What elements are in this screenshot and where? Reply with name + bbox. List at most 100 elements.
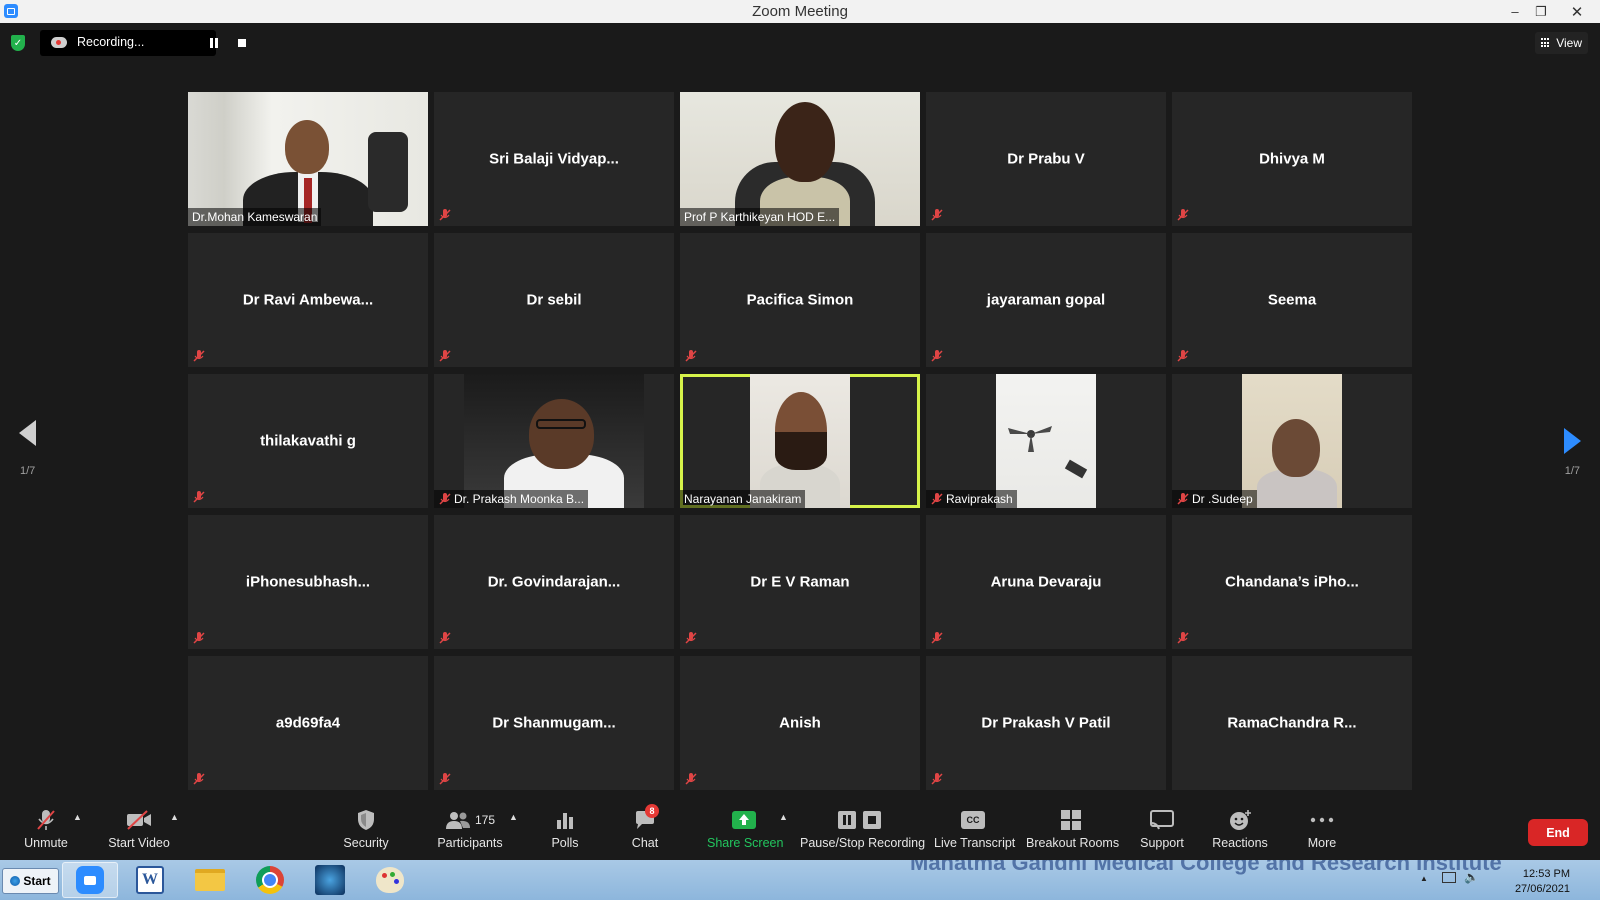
participant-tile[interactable]: Dhivya M — [1172, 92, 1412, 226]
share-screen-button[interactable]: Share Screen — [707, 806, 783, 850]
media-app-icon — [315, 865, 345, 895]
participant-tile[interactable]: RamaChandra R... — [1172, 656, 1412, 790]
gallery-grid: Dr.Mohan Kameswaran Sri Balaji Vidyap...… — [188, 92, 1412, 790]
participants-options-caret-icon[interactable]: ▲ — [509, 812, 518, 822]
folder-icon — [195, 869, 225, 891]
participant-tile[interactable]: Dr E V Raman — [680, 515, 920, 649]
recording-label: Recording... — [77, 35, 145, 49]
window-controls: – ❐ ✕ — [1502, 0, 1600, 23]
chat-unread-badge: 8 — [645, 804, 659, 818]
ceiling-fan-icon — [1008, 426, 1052, 452]
polls-button[interactable]: Polls — [549, 806, 581, 850]
encryption-shield-icon[interactable]: ✓ — [11, 35, 25, 51]
end-meeting-button[interactable]: End — [1528, 819, 1588, 846]
participant-name: Dr E V Raman — [750, 573, 850, 591]
reactions-button[interactable]: Reactions — [1212, 806, 1268, 850]
participant-name: iPhonesubhash... — [245, 573, 371, 591]
start-video-button[interactable]: Start Video — [106, 806, 172, 850]
participant-name: thilakavathi g — [260, 432, 356, 450]
participant-tile[interactable]: Dr Prakash V Patil — [926, 656, 1166, 790]
taskbar-word-app[interactable]: W — [122, 862, 178, 898]
tray-expand-icon[interactable]: ▲ — [1420, 874, 1428, 883]
taskbar-chrome-app[interactable] — [242, 862, 298, 898]
participant-tile-active-speaker[interactable]: Narayanan Janakiram — [680, 374, 920, 508]
participant-tile[interactable]: Dr sebil — [434, 233, 674, 367]
participant-tile[interactable]: Chandana’s iPho... — [1172, 515, 1412, 649]
system-clock[interactable]: 12:53 PM 27/06/2021 — [1515, 867, 1570, 897]
taskbar-paint-app[interactable] — [362, 862, 418, 898]
participant-tile[interactable]: Dr .Sudeep — [1172, 374, 1412, 508]
participants-button[interactable]: 175 Participants — [430, 806, 510, 850]
unmute-button[interactable]: Unmute — [22, 806, 70, 850]
system-tray: ▲ 🔈 12:53 PM 27/06/2021 — [1400, 860, 1600, 900]
chrome-browser-icon — [256, 866, 284, 894]
security-label: Security — [343, 836, 389, 850]
network-icon[interactable] — [1442, 872, 1456, 883]
participant-tile[interactable]: Dr Ravi Ambewa... — [188, 233, 428, 367]
security-button[interactable]: Security — [336, 806, 396, 850]
video-off-icon — [127, 810, 151, 830]
participant-tile[interactable]: Dr.Mohan Kameswaran — [188, 92, 428, 226]
video-options-caret-icon[interactable]: ▲ — [170, 812, 179, 822]
participant-tile[interactable]: a9d69fa4 — [188, 656, 428, 790]
participant-name: Prof P Karthikeyan HOD E... — [680, 208, 840, 226]
muted-mic-icon — [931, 209, 943, 221]
stop-recording-icon[interactable] — [238, 39, 246, 47]
participant-video — [188, 92, 428, 226]
participant-tile[interactable]: Dr Prabu V — [926, 92, 1166, 226]
support-button[interactable]: Support — [1138, 806, 1186, 850]
participant-tile[interactable]: jayaraman gopal — [926, 233, 1166, 367]
breakout-rooms-label: Breakout Rooms — [1026, 836, 1120, 850]
participant-name: Dr Shanmugam... — [492, 714, 616, 732]
taskbar-zoom-app[interactable] — [62, 862, 118, 898]
start-button[interactable]: Start — [2, 868, 59, 894]
participant-tile[interactable]: iPhonesubhash... — [188, 515, 428, 649]
clock-time: 12:53 PM — [1522, 868, 1570, 880]
pause-recording-icon[interactable] — [210, 38, 218, 48]
participant-tile[interactable]: thilakavathi g — [188, 374, 428, 508]
previous-page-arrow-icon[interactable] — [19, 420, 36, 446]
participant-tile[interactable]: Aruna Devaraju — [926, 515, 1166, 649]
participant-tile[interactable]: Prof P Karthikeyan HOD E... — [680, 92, 920, 226]
participant-tile[interactable]: Dr. Govindarajan... — [434, 515, 674, 649]
view-button[interactable]: View — [1535, 32, 1588, 54]
pause-stop-recording-label: Pause/Stop Recording — [800, 836, 926, 850]
muted-mic-icon — [931, 632, 943, 644]
restore-button[interactable]: ❐ — [1528, 0, 1554, 23]
taskbar-media-app[interactable] — [302, 862, 358, 898]
share-options-caret-icon[interactable]: ▲ — [779, 812, 788, 822]
participant-tile[interactable]: Dr. Prakash Moonka B... — [434, 374, 674, 508]
audio-options-caret-icon[interactable]: ▲ — [73, 812, 82, 822]
chat-label: Chat — [631, 836, 659, 850]
next-page-arrow-icon[interactable] — [1564, 428, 1581, 454]
muted-mic-icon — [931, 773, 943, 785]
volume-icon[interactable]: 🔈 — [1464, 870, 1479, 884]
close-button[interactable]: ✕ — [1554, 0, 1600, 23]
muted-mic-icon — [193, 350, 205, 362]
muted-mic-icon — [1177, 632, 1189, 644]
participant-tile[interactable]: Dr Shanmugam... — [434, 656, 674, 790]
view-label: View — [1556, 36, 1582, 50]
more-button[interactable]: More — [1304, 806, 1340, 850]
chat-button[interactable]: 8 Chat — [627, 804, 663, 850]
participant-tile[interactable]: Pacifica Simon — [680, 233, 920, 367]
muted-mic-icon — [439, 632, 451, 644]
live-transcript-label: Live Transcript — [934, 836, 1016, 850]
window-titlebar: Zoom Meeting – ❐ ✕ — [0, 0, 1600, 23]
muted-mic-icon — [439, 773, 451, 785]
stop-recording-icon — [862, 811, 881, 829]
participant-tile[interactable]: Seema — [1172, 233, 1412, 367]
participant-tile[interactable]: Sri Balaji Vidyap... — [434, 92, 674, 226]
breakout-rooms-button[interactable]: Breakout Rooms — [1026, 806, 1120, 850]
muted-mic-icon — [439, 209, 451, 221]
participant-name: Seema — [1267, 291, 1317, 309]
cloud-recording-icon — [51, 37, 67, 48]
participant-name: jayaraman gopal — [986, 291, 1106, 309]
live-transcript-button[interactable]: CC Live Transcript — [934, 806, 1016, 850]
participant-label: Dr. Prakash Moonka B... — [434, 490, 589, 508]
pause-stop-recording-button[interactable]: Pause/Stop Recording — [800, 806, 926, 850]
taskbar-file-explorer-app[interactable] — [182, 862, 238, 898]
participant-tile[interactable]: Raviprakash — [926, 374, 1166, 508]
participant-tile[interactable]: Anish — [680, 656, 920, 790]
minimize-button[interactable]: – — [1502, 0, 1528, 23]
